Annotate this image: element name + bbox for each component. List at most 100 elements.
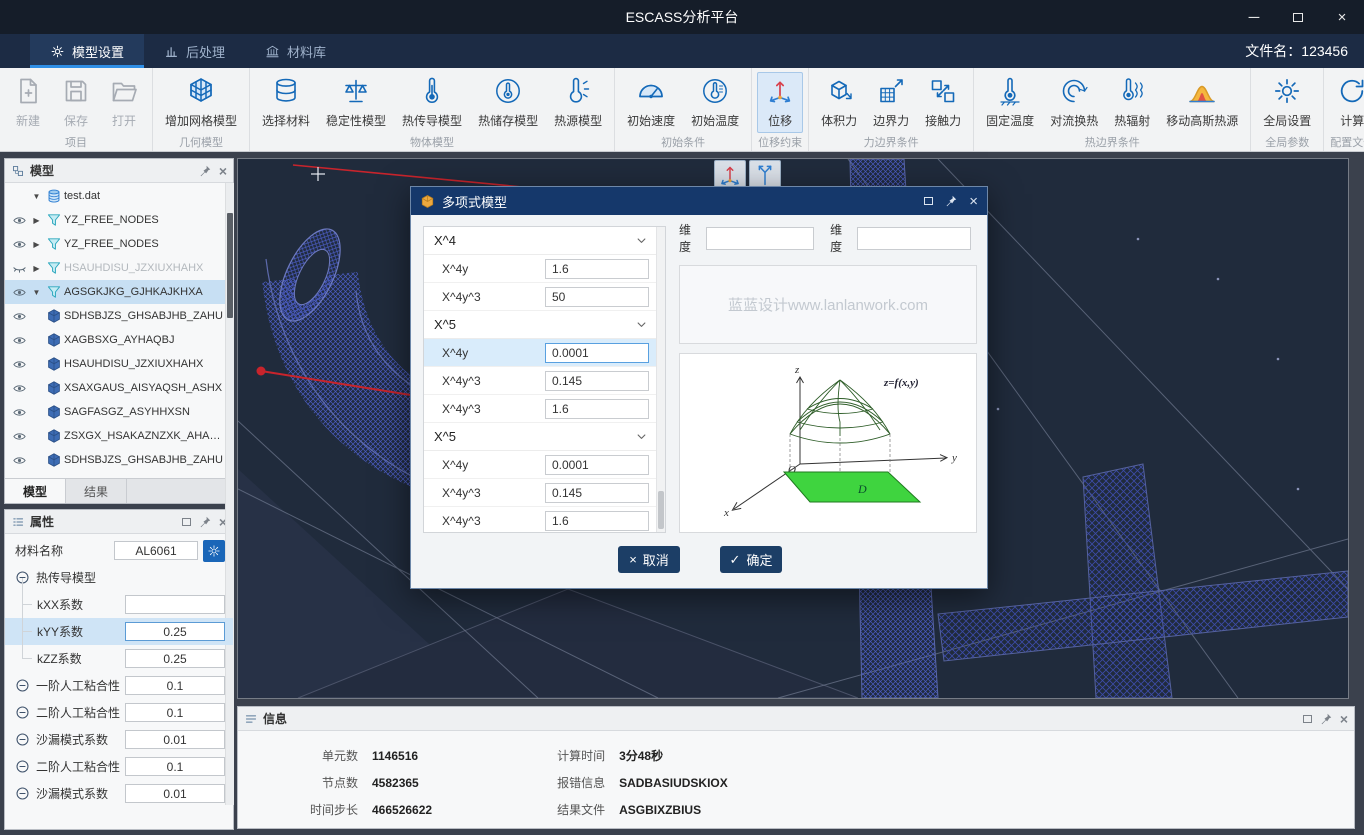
tree-item[interactable]: ▶YZ_FREE_NODES [5,208,233,232]
dimension-input-1[interactable] [706,227,814,250]
properties-pin-icon[interactable] [198,515,212,529]
tree-item[interactable]: ▶HSAUHDISU_JZXIUXHAHX [5,256,233,280]
tree-scrollbar-thumb[interactable] [227,213,233,318]
property-value-input[interactable] [125,757,225,776]
dialog-titlebar[interactable]: 多项式模型 × [411,187,987,215]
param-value-input[interactable] [545,399,649,419]
tab-post-processing[interactable]: 后处理 [144,34,245,68]
ribbon-button-boundary-force[interactable]: 边界力 [866,72,916,133]
properties-restore-icon[interactable] [182,518,191,526]
ribbon-button-new[interactable]: 新建 [5,72,51,133]
dialog-section-header[interactable]: X^5 [424,311,665,339]
minimize-button[interactable]: ─ [1232,0,1276,34]
dimension-input-2[interactable] [857,227,971,250]
expand-arrow-icon[interactable]: ▶ [29,240,44,249]
eye-icon[interactable] [9,285,29,300]
tree-item[interactable]: ▼AGSGKJKG_GJHKAJKHXA [5,280,233,304]
collapse-icon[interactable] [15,786,30,801]
property-value-input[interactable] [125,703,225,722]
cancel-button[interactable]: × 取消 [618,546,680,573]
scrollbar-thumb[interactable] [658,491,664,529]
maximize-button[interactable] [1276,0,1320,34]
collapse-icon[interactable] [15,678,30,693]
tree-item[interactable]: SDHSBJZS_GHSABJHB_ZAHU [5,304,233,328]
tab-model-settings[interactable]: 模型设置 [30,34,144,68]
eye-icon[interactable] [9,237,29,252]
ribbon-button-save[interactable]: 保存 [53,72,99,133]
info-close-icon[interactable]: × [1340,712,1348,726]
ribbon-button-heat-source[interactable]: 热源模型 [547,72,609,133]
ribbon-button-heat-storage[interactable]: 热储存模型 [471,72,545,133]
dialog-pin-icon[interactable] [944,194,958,208]
param-value-input[interactable] [545,259,649,279]
ribbon-button-displacement[interactable]: 位移 [757,72,803,133]
ribbon-button-fixed-temp[interactable]: 固定温度 [979,72,1041,133]
eye-icon[interactable] [9,309,29,324]
tab-material-library[interactable]: 材料库 [245,34,346,68]
info-restore-icon[interactable] [1303,715,1312,723]
dialog-section-header[interactable]: X^5 [424,423,665,451]
tree-item[interactable]: XAGBSXG_AYHAQBJ [5,328,233,352]
close-button[interactable]: × [1320,0,1364,34]
dialog-close-icon[interactable]: × [969,194,978,209]
param-value-input[interactable] [545,483,649,503]
eye-off-icon[interactable] [9,261,29,276]
ribbon-button-radiation[interactable]: 热辐射 [1107,72,1157,133]
param-value-input[interactable] [545,455,649,475]
param-value-input[interactable] [545,371,649,391]
ribbon-button-init-temp[interactable]: 初始温度 [684,72,746,133]
ribbon-button-gauss-heat[interactable]: 移动高斯热源 [1159,72,1245,133]
ribbon-button-material-db[interactable]: 选择材料 [255,72,317,133]
material-settings-button[interactable] [203,540,225,562]
bottom-tab-results[interactable]: 结果 [66,479,127,503]
ribbon-button-contact-force[interactable]: 接触力 [918,72,968,133]
param-value-input[interactable] [545,287,649,307]
tree-item[interactable]: SDHSBJZS_GHSABJHB_ZAHU [5,448,233,472]
ribbon-button-stability[interactable]: 稳定性模型 [319,72,393,133]
ribbon-button-open[interactable]: 打开 [101,72,147,133]
model-close-icon[interactable]: × [219,164,227,178]
ribbon-button-init-velocity[interactable]: 初始速度 [620,72,682,133]
tree-item[interactable]: ZSXGX_HSAKAZNZXK_AHASX [5,424,233,448]
property-value-input[interactable] [125,676,225,695]
ribbon-button-heat-conduction[interactable]: 热传导模型 [395,72,469,133]
property-value-input[interactable] [125,730,225,749]
dialog-section-header[interactable]: X^4 [424,227,665,255]
param-value-input[interactable] [545,511,649,531]
eye-icon[interactable] [9,357,29,372]
bottom-tab-model[interactable]: 模型 [5,479,66,503]
eye-icon[interactable] [9,333,29,348]
ribbon-button-body-force[interactable]: 体积力 [814,72,864,133]
collapse-icon[interactable] [15,705,30,720]
tree-item[interactable]: HSAUHDISU_JZXIUXHAHX [5,352,233,376]
info-pin-icon[interactable] [1319,712,1333,726]
ribbon-button-global-settings[interactable]: 全局设置 [1256,72,1318,133]
confirm-button[interactable]: ✓ 确定 [720,546,782,573]
expand-arrow-icon[interactable]: ▼ [29,192,44,201]
property-value-input[interactable] [125,622,225,641]
property-value-input[interactable] [125,784,225,803]
dialog-maximize-icon[interactable] [924,197,933,205]
param-value-input[interactable] [545,343,649,363]
expand-arrow-icon[interactable]: ▶ [29,216,44,225]
eye-icon[interactable] [9,381,29,396]
ribbon-button-compute[interactable]: 计算 [1329,72,1364,133]
expand-arrow-icon[interactable]: ▶ [29,264,44,273]
eye-icon[interactable] [9,213,29,228]
tree-item[interactable]: ▶YZ_FREE_NODES [5,232,233,256]
material-name-input[interactable] [114,541,198,560]
tree-item[interactable]: ▼test.dat [5,184,233,208]
tree-item[interactable]: SAGFASGZ_ASYHHXSN [5,400,233,424]
expand-arrow-icon[interactable]: ▼ [29,288,44,297]
eye-icon[interactable] [9,453,29,468]
property-value-input[interactable] [125,649,225,668]
eye-icon[interactable] [9,429,29,444]
parameter-list-scrollbar[interactable] [656,227,665,532]
collapse-icon[interactable] [15,732,30,747]
eye-icon[interactable] [9,405,29,420]
ribbon-button-convection[interactable]: 对流换热 [1043,72,1105,133]
collapse-icon[interactable] [15,759,30,774]
property-value-input[interactable] [125,595,225,614]
ribbon-button-mesh-cube[interactable]: 增加网格模型 [158,72,244,133]
tree-item[interactable]: XSAXGAUS_AISYAQSH_ASHX [5,376,233,400]
